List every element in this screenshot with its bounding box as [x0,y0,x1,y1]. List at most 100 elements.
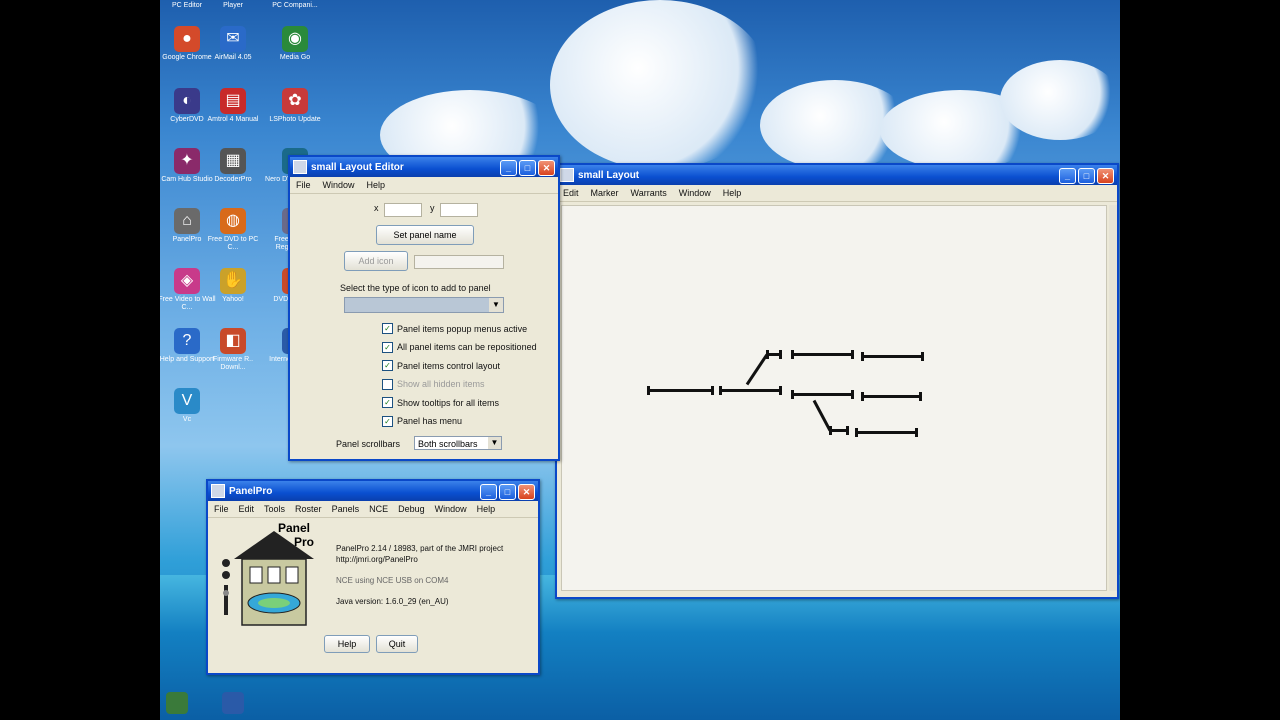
track-segment[interactable] [862,355,922,358]
track-endpoint[interactable] [861,352,864,361]
maximize-button[interactable]: □ [519,160,536,176]
track-segment[interactable] [830,429,847,432]
minimize-button[interactable]: _ [500,160,517,176]
track-endpoint[interactable] [779,350,782,359]
track-endpoint[interactable] [919,392,922,401]
checkbox-row[interactable]: Show all hidden items [382,378,485,390]
start-icon[interactable] [166,692,188,714]
checkbox-row[interactable]: ✓ All panel items can be repositioned [382,341,537,353]
checkbox-label: All panel items can be repositioned [397,342,537,352]
menu-window[interactable]: Window [435,504,467,514]
x-field[interactable] [384,203,422,217]
desktop-icon[interactable]: ✋ Yahoo! [202,268,264,304]
track-endpoint[interactable] [829,426,832,435]
icon-type-select[interactable]: ▼ [344,297,504,313]
minimize-button[interactable]: _ [480,484,497,500]
layout-panel-titlebar[interactable]: small Layout _ □ ✕ [557,165,1117,185]
menu-file[interactable]: File [214,504,229,514]
menu-warrants[interactable]: Warrants [631,188,667,198]
desktop-icon[interactable]: ▦ DecoderPro [202,148,264,184]
checkbox-row[interactable]: ✓ Panel items popup menus active [382,323,527,334]
track-segment[interactable] [792,353,852,356]
menu-help[interactable]: Help [367,180,386,190]
desktop-icon[interactable]: ▶Player [202,0,264,10]
track-segment[interactable] [745,353,769,386]
track-segment[interactable] [856,431,916,434]
menu-roster[interactable]: Roster [295,504,322,514]
menu-window[interactable]: Window [323,180,355,190]
app-icon: ◐ [174,88,200,114]
checkbox[interactable]: ✓ [382,360,393,371]
track-endpoint[interactable] [861,392,864,401]
menu-file[interactable]: File [296,180,311,190]
track-endpoint[interactable] [851,390,854,399]
layout-panel-title: small Layout [578,169,640,181]
set-panel-name-button[interactable]: Set panel name [376,225,474,245]
minimize-button[interactable]: _ [1059,168,1076,184]
checkbox[interactable]: ✓ [382,341,393,353]
track-segment[interactable] [862,395,920,398]
desktop-icon[interactable]: ✿ LSPhoto Update [264,88,326,124]
menu-nce[interactable]: NCE [369,504,388,514]
layout-canvas[interactable] [561,205,1107,591]
chevron-down-icon[interactable]: ▼ [489,298,503,312]
menu-debug[interactable]: Debug [398,504,425,514]
desktop-icon[interactable]: ◉ Media Go [264,26,326,62]
track-endpoint[interactable] [915,428,918,437]
desktop-icon[interactable]: ◧ Firmware R.. Downl... [202,328,264,372]
menu-tools[interactable]: Tools [264,504,285,514]
menu-help[interactable]: Help [477,504,496,514]
track-endpoint[interactable] [851,350,854,359]
add-icon-button[interactable]: Add icon [344,251,408,271]
menu-panels[interactable]: Panels [332,504,360,514]
track-endpoint[interactable] [779,386,782,395]
track-endpoint[interactable] [647,386,650,395]
menu-edit[interactable]: Edit [563,188,579,198]
track-endpoint[interactable] [711,386,714,395]
track-endpoint[interactable] [791,390,794,399]
track-segment[interactable] [720,389,780,392]
checkbox[interactable]: ✓ [382,397,393,408]
track-endpoint[interactable] [846,426,849,435]
track-endpoint[interactable] [791,350,794,359]
scrollbars-select[interactable]: Both scrollbars ▼ [414,436,502,450]
close-button[interactable]: ✕ [518,484,535,500]
checkbox[interactable]: ✓ [382,415,393,427]
desktop-icon[interactable]: ▤ Amtrol 4 Manual [202,88,264,124]
desktop-icon-label: Amtrol 4 Manual [207,116,259,123]
desktop-icon[interactable]: ◆PC Compani... [264,0,326,10]
maximize-button[interactable]: □ [1078,168,1095,184]
menu-help[interactable]: Help [723,188,742,198]
layout-editor-title: small Layout Editor [311,161,404,173]
desktop-icon[interactable]: V Vc [160,388,218,424]
vertical-scrollbar[interactable] [1109,205,1117,591]
track-endpoint[interactable] [719,386,722,395]
maximize-button[interactable]: □ [499,484,516,500]
checkbox-row[interactable]: ✓ Show tooltips for all items [382,397,499,408]
menu-window[interactable]: Window [679,188,711,198]
track-endpoint[interactable] [855,428,858,437]
track-endpoint[interactable] [766,350,769,359]
desktop-icon[interactable]: ◍ Free DVD to PC C... [202,208,264,252]
panelpro-titlebar[interactable]: PanelPro _ □ ✕ [208,481,538,501]
quit-button[interactable]: Quit [376,635,418,653]
help-button[interactable]: Help [324,635,370,653]
track-segment[interactable] [792,393,852,396]
layout-editor-titlebar[interactable]: small Layout Editor _ □ ✕ [290,157,558,177]
menu-edit[interactable]: Edit [239,504,255,514]
close-button[interactable]: ✕ [1097,168,1114,184]
menu-marker[interactable]: Marker [591,188,619,198]
close-button[interactable]: ✕ [538,160,555,176]
quicklaunch-icon[interactable] [222,692,244,714]
track-endpoint[interactable] [921,352,924,361]
track-segment[interactable] [648,389,712,392]
checkbox-row[interactable]: ✓ Panel has menu [382,415,462,427]
chevron-down-icon[interactable]: ▼ [488,437,501,449]
add-icon-field[interactable] [414,255,504,269]
checkbox[interactable]: ✓ [382,323,393,334]
checkbox-row[interactable]: ✓ Panel items control layout [382,360,500,371]
desktop-icon[interactable]: ✉ AirMail 4.05 [202,26,264,62]
y-field[interactable] [440,203,478,217]
app-icon: ⌂ [174,208,200,234]
checkbox[interactable] [382,378,393,390]
